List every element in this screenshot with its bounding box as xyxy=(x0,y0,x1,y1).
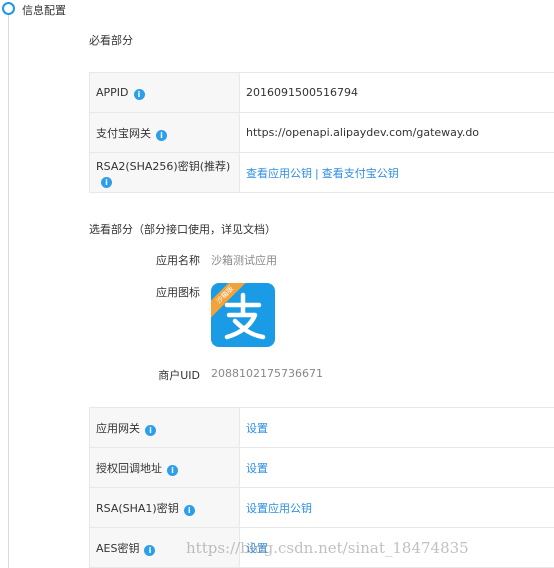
merchant-uid-value: 2088102175736671 xyxy=(211,367,323,380)
info-icon[interactable]: i xyxy=(133,88,145,100)
app-name-label: 应用名称 xyxy=(156,254,200,267)
rsa2-links: 查看应用公钥 | 查看支付宝公钥 xyxy=(239,152,554,193)
section-title: 信息配置 xyxy=(22,4,66,17)
row-key: RSA(SHA1)密钥 i xyxy=(89,487,240,528)
table-row: 授权回调地址 i 设置 xyxy=(89,447,554,488)
row-key: RSA2(SHA256)密钥(推荐) i xyxy=(89,152,240,193)
alipay-glyph-icon xyxy=(224,292,266,340)
row-label: 支付宝网关 xyxy=(96,126,151,140)
table-row: 支付宝网关 i https://openapi.alipaydev.com/gat… xyxy=(89,112,554,153)
info-icon[interactable]: i xyxy=(156,129,167,141)
info-icon[interactable]: i xyxy=(144,544,156,556)
table-row: RSA(SHA1)密钥 i 设置应用公钥 xyxy=(89,487,554,528)
row-label: APPID xyxy=(96,85,129,99)
required-table: APPID i 2016091500516794 支付宝网关 i https://o… xyxy=(89,72,554,193)
optional-title: 选看部分（部分接口使用，详见文档） xyxy=(89,223,276,236)
info-icon[interactable]: i xyxy=(145,424,156,436)
set-callback-url-link[interactable]: 设置 xyxy=(246,462,268,475)
appid-value: 2016091500516794 xyxy=(239,72,554,113)
timeline-dot-icon xyxy=(2,2,15,15)
row-key: APPID i xyxy=(89,72,240,113)
row-label: RSA(SHA1)密钥 xyxy=(96,501,179,515)
table-row: 应用网关 i 设置 xyxy=(89,407,554,448)
row-key: 授权回调地址 i xyxy=(89,447,240,488)
table-row: APPID i 2016091500516794 xyxy=(89,72,554,113)
set-app-gateway-link[interactable]: 设置 xyxy=(246,422,268,435)
set-app-public-key-link[interactable]: 设置应用公钥 xyxy=(246,502,312,515)
row-label: RSA2(SHA256)密钥(推荐) xyxy=(96,159,231,173)
merchant-uid-label: 商户UID xyxy=(158,369,200,382)
app-icon-label: 应用图标 xyxy=(156,286,200,299)
row-value: 设置应用公钥 xyxy=(239,487,554,528)
gateway-value: https://openapi.alipaydev.com/gateway.do xyxy=(239,112,554,153)
row-key: 支付宝网关 i xyxy=(89,112,240,153)
row-value: 设置 xyxy=(239,447,554,488)
app-name-value: 沙箱测试应用 xyxy=(211,254,277,267)
info-icon[interactable]: i xyxy=(183,504,195,516)
info-icon[interactable]: i xyxy=(167,464,178,476)
view-alipay-public-key-link[interactable]: 查看支付宝公钥 xyxy=(322,167,399,180)
table-row: RSA2(SHA256)密钥(推荐) i 查看应用公钥 | 查看支付宝公钥 xyxy=(89,152,554,193)
row-value: 设置 xyxy=(239,407,554,448)
row-label: AES密钥 xyxy=(96,541,140,555)
required-title: 必看部分 xyxy=(89,34,133,47)
info-icon[interactable]: i xyxy=(101,176,112,188)
watermark: https://blog.csdn.net/sinat_18474835 xyxy=(186,539,469,557)
row-label: 授权回调地址 xyxy=(96,461,162,475)
row-key: 应用网关 i xyxy=(89,407,240,448)
view-app-public-key-link[interactable]: 查看应用公钥 xyxy=(246,167,312,180)
link-separator: | xyxy=(315,166,319,180)
row-label: 应用网关 xyxy=(96,421,140,435)
alipay-logo-icon: 沙箱版 xyxy=(211,283,275,347)
